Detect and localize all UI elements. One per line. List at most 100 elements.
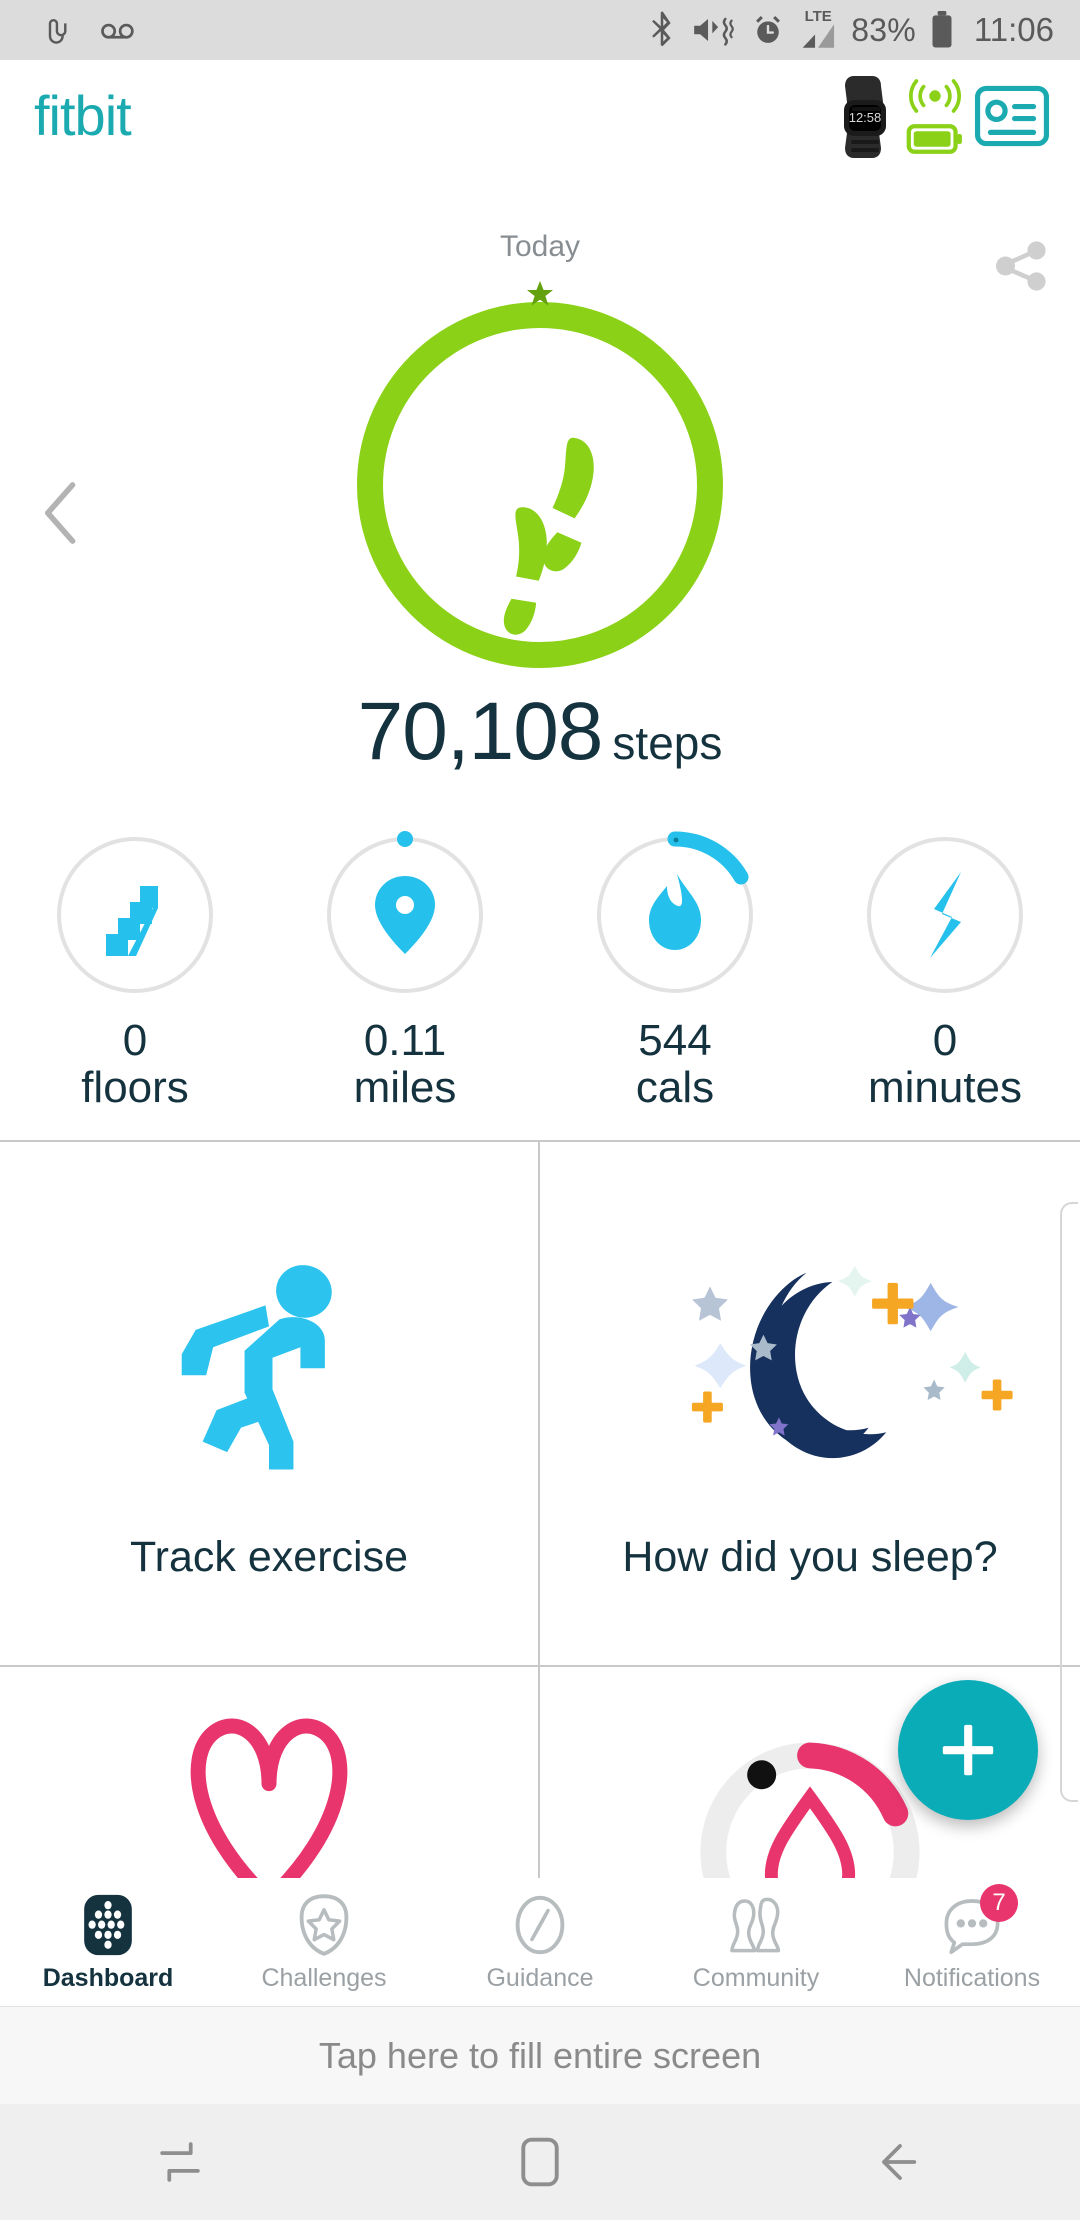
current-day-label: Today <box>0 230 1080 264</box>
tile-artwork <box>540 1225 1080 1515</box>
fitbit-logo: fitbit <box>0 88 131 144</box>
tile-artwork <box>0 1697 538 1885</box>
app-screen: LTE 83% 11:06 fitbit <box>0 0 1080 2220</box>
alarm-icon <box>751 13 785 47</box>
bluetooth-icon <box>647 11 677 49</box>
chevron-left-icon <box>40 480 82 546</box>
network-indicator: LTE <box>799 9 837 51</box>
steps-goal-ring[interactable] <box>335 280 745 690</box>
tile-sleep[interactable]: How did you sleep? <box>540 1142 1080 1667</box>
steps-unit-label: steps <box>612 717 722 769</box>
tile-row-1: Track exercise <box>0 1142 1080 1667</box>
stairs-icon <box>106 886 158 956</box>
steps-summary: 70,108steps <box>0 685 1080 779</box>
metric-floors[interactable]: 0 floors <box>0 830 270 1130</box>
account-card-icon[interactable] <box>974 85 1050 147</box>
star-shield-icon <box>296 1892 352 1958</box>
plus-sparkle <box>692 1392 723 1423</box>
status-bar-left-icons <box>0 13 138 47</box>
metric-minutes[interactable]: 0 minutes <box>810 830 1080 1130</box>
nav-item-community[interactable]: Community <box>648 1892 864 1993</box>
active-minutes-value: 0 <box>933 1018 957 1064</box>
calories-value: 544 <box>638 1018 711 1064</box>
floors-unit-label: floors <box>81 1064 189 1112</box>
active-minutes-progress-circle <box>860 830 1030 1000</box>
tracker-time-display: 12:58 <box>849 110 882 125</box>
bottom-navigation: Dashboard Challenges Guidance <box>0 1878 1080 2006</box>
nav-label-guidance: Guidance <box>486 1964 593 1993</box>
nav-item-challenges[interactable]: Challenges <box>216 1892 432 1993</box>
plus-sparkle <box>982 1379 1013 1410</box>
battery-percent-label: 83% <box>851 12 916 49</box>
metric-cals[interactable]: 544 cals <box>540 830 810 1130</box>
tracker-device[interactable]: 12:58 <box>834 74 896 158</box>
fill-screen-banner[interactable]: Tap here to fill entire screen <box>0 2006 1080 2104</box>
nav-label-notifications: Notifications <box>904 1964 1040 1993</box>
nav-item-dashboard[interactable]: Dashboard <box>0 1892 216 1993</box>
floors-progress-circle <box>50 830 220 1000</box>
add-log-fab[interactable] <box>898 1680 1038 1820</box>
compass-icon <box>512 1892 568 1958</box>
nav-label-community: Community <box>693 1964 819 1993</box>
calories-progress-circle <box>590 830 760 1000</box>
distance-progress-circle <box>320 830 490 1000</box>
vertical-scrollbar[interactable] <box>1060 1202 1078 1802</box>
tracker-status-group <box>906 76 964 156</box>
previous-day-button[interactable] <box>40 480 82 551</box>
metrics-row: 0 floors 0.11 miles <box>0 830 1080 1130</box>
tile-heart-rate[interactable] <box>0 1667 540 1885</box>
notifications-badge: 7 <box>980 1884 1018 1922</box>
calories-progress-arc <box>675 839 741 877</box>
nav-label-dashboard: Dashboard <box>43 1964 174 1993</box>
metric-miles[interactable]: 0.11 miles <box>270 830 540 1130</box>
signal-bars-icon <box>799 21 837 51</box>
nav-label-challenges: Challenges <box>261 1964 386 1993</box>
android-navigation-bar <box>0 2104 1080 2220</box>
home-button[interactable] <box>360 2136 720 2188</box>
back-button[interactable] <box>720 2137 1080 2187</box>
status-bar-right-icons: LTE 83% 11:06 <box>647 9 1080 51</box>
nav-item-notifications[interactable]: 7 Notifications <box>864 1892 1080 1993</box>
speech-bubble-icon: 7 <box>940 1892 1004 1958</box>
lightning-bolt-icon <box>930 872 961 958</box>
app-header: fitbit 12:58 <box>0 60 1080 172</box>
mute-vibrate-icon <box>691 13 737 47</box>
distance-progress-dot <box>397 831 413 847</box>
share-button[interactable] <box>990 235 1052 302</box>
floors-value: 0 <box>123 1018 147 1064</box>
link-icon <box>40 13 74 47</box>
running-person-icon <box>164 1260 374 1480</box>
dashboard-grid-icon <box>81 1892 135 1958</box>
crescent-moon-stars-icon <box>600 1245 1020 1495</box>
active-minutes-unit-label: minutes <box>868 1064 1022 1112</box>
tile-title: How did you sleep? <box>622 1533 997 1582</box>
battery-icon <box>930 11 954 49</box>
calories-unit-label: cals <box>636 1064 714 1112</box>
share-icon <box>990 235 1052 297</box>
people-icon <box>724 1892 788 1958</box>
header-actions: 12:58 <box>834 74 1080 158</box>
steps-value: 70,108 <box>358 686 603 777</box>
footprints-icon <box>501 436 597 636</box>
flame-icon <box>649 874 701 950</box>
fill-screen-label: Tap here to fill entire screen <box>319 2035 761 2077</box>
tile-artwork <box>0 1225 538 1515</box>
nav-item-guidance[interactable]: Guidance <box>432 1892 648 1993</box>
voicemail-icon <box>98 13 138 47</box>
star-cluster <box>692 1266 1013 1436</box>
location-pin-icon <box>375 876 435 954</box>
plus-icon <box>937 1719 999 1781</box>
system-status-bar: LTE 83% 11:06 <box>0 0 1080 60</box>
home-icon <box>517 2136 563 2188</box>
tile-title: Track exercise <box>130 1533 408 1582</box>
goal-star-icon <box>527 281 553 306</box>
heart-outline-icon <box>169 1697 369 1885</box>
tile-track-exercise[interactable]: Track exercise <box>0 1142 540 1667</box>
distance-value: 0.11 <box>364 1018 446 1064</box>
sync-icon[interactable] <box>906 76 964 116</box>
clock-label: 11:06 <box>974 11 1054 49</box>
tracker-battery-icon[interactable] <box>906 122 964 156</box>
back-icon <box>874 2137 926 2187</box>
recents-button[interactable] <box>0 2137 360 2187</box>
distance-unit-label: miles <box>354 1064 457 1112</box>
